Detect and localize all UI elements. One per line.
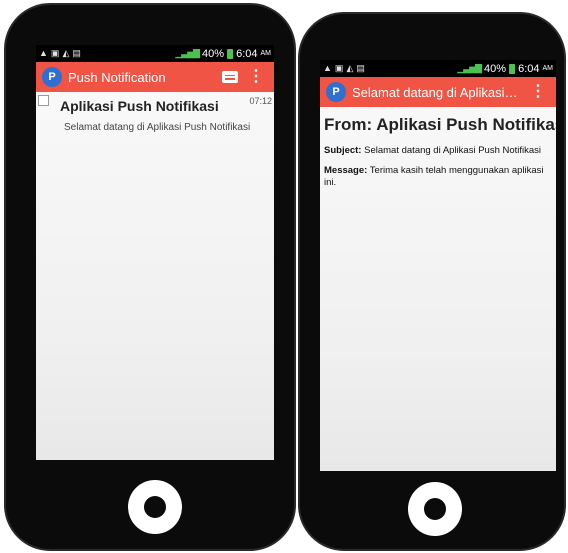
from-heading: From: Aplikasi Push Notifikasi [324,115,556,134]
message-icon[interactable] [222,71,238,83]
notification-icon: ▲ [323,63,332,73]
chat-icon: ▤ [356,63,365,73]
subject-field: Subject: Selamat datang di Aplikasi Push… [324,145,552,157]
message-label: Message: [324,164,368,176]
message-field: Message: Terima kasih telah menggunakan … [324,165,552,189]
app-logo-icon[interactable]: P [326,82,346,102]
notification-detail-screen: ▲ ▣ ◭ ▤ ▁▃▅▇ 40% 6:04 AM P Selamat datan… [320,60,556,471]
image-icon: ▣ [334,63,344,73]
app-title: Selamat datang di Aplikasi P... [352,84,520,100]
clock-ampm: AM [260,50,272,57]
app-notification-icon: ◭ [62,48,70,58]
notification-list-screen: ▲ ▣ ◭ ▤ ▁▃▅▇ 40% 6:04 AM P Push Notifica… [36,45,274,460]
battery-percent: 40% [202,47,225,60]
clock: 6:04 [518,62,540,75]
battery-icon [509,63,516,74]
clock: 6:04 [236,47,258,60]
signal-icon: ▁▃▅▇ [457,63,482,73]
app-notification-icon: ◭ [346,63,354,73]
notification-time: 07:12 [249,96,272,106]
notification-list-item[interactable]: Aplikasi Push Notifikasi 07:12 Selamat d… [36,92,274,139]
battery-percent: 40% [484,62,507,75]
home-button-icon[interactable] [408,482,462,536]
select-checkbox[interactable] [38,95,49,106]
clock-ampm: AM [542,65,554,72]
battery-icon [227,48,234,59]
notification-icon: ▲ [39,48,48,58]
chat-icon: ▤ [72,48,81,58]
notification-detail: From: Aplikasi Push Notifikasi Subject: … [320,107,556,205]
app-bar: P Selamat datang di Aplikasi P... ⋮ [320,77,556,107]
notification-title: Aplikasi Push Notifikasi [60,98,219,114]
overflow-menu-icon[interactable]: ⋮ [526,84,550,100]
status-bar: ▲ ▣ ◭ ▤ ▁▃▅▇ 40% 6:04 AM [320,60,556,77]
overflow-menu-icon[interactable]: ⋮ [244,69,268,85]
phone-right: ▲ ▣ ◭ ▤ ▁▃▅▇ 40% 6:04 AM P Selamat datan… [298,12,566,551]
app-title: Push Notification [68,69,166,85]
subject-value: Selamat datang di Aplikasi Push Notifika… [364,145,542,156]
signal-icon: ▁▃▅▇ [175,48,200,58]
notification-body: Selamat datang di Aplikasi Push Notifika… [64,122,251,133]
status-bar: ▲ ▣ ◭ ▤ ▁▃▅▇ 40% 6:04 AM [36,45,274,62]
image-icon: ▣ [50,48,60,58]
subject-label: Subject: [324,145,362,156]
app-logo-icon: P [42,67,62,87]
home-button-icon[interactable] [128,480,182,534]
app-bar: P Push Notification ⋮ [36,62,274,92]
phone-left: ▲ ▣ ◭ ▤ ▁▃▅▇ 40% 6:04 AM P Push Notifica… [4,3,296,551]
